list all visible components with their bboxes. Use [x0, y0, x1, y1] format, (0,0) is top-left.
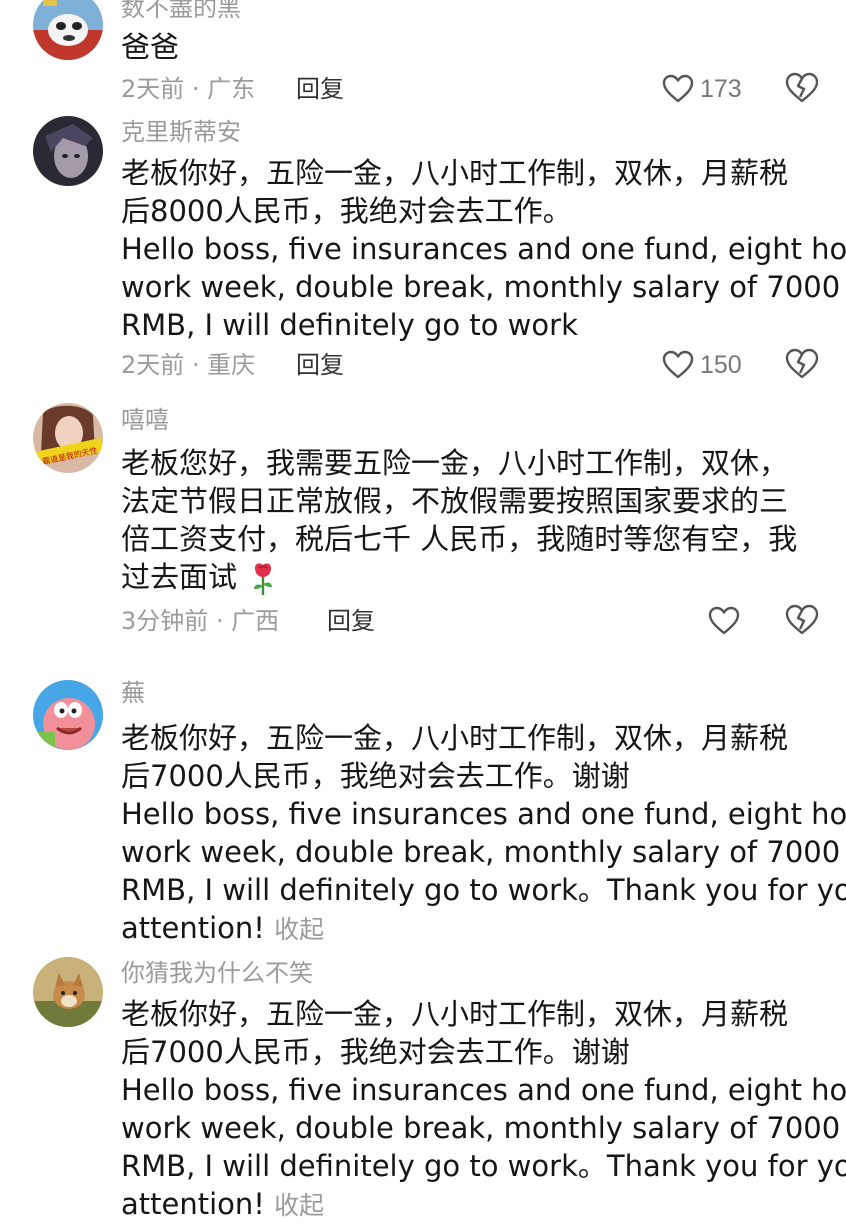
comment-item: 蕪 老板你好，五险一金，八小时工作制，双休，月薪税 后7000人民币，我绝对会去… — [0, 675, 846, 955]
like-count: 173 — [700, 74, 742, 103]
comment-text-line: 后8000人民币，我绝对会去工作。 — [121, 194, 572, 228]
comment-item: 你猜我为什么不笑 老板你好，五险一金，八小时工作制，双休，月薪税 后7000人民… — [0, 955, 846, 1221]
comment-username[interactable]: 数不盡的黑 — [121, 0, 241, 22]
comment-text-line: attention! — [121, 911, 265, 945]
comment-text: 爸爸 — [121, 28, 821, 66]
patrick-star-avatar — [33, 680, 103, 750]
comment-text-line: RMB, I will definitely go to work。Thank … — [121, 873, 846, 907]
avatar[interactable] — [33, 680, 103, 750]
avatar[interactable] — [33, 116, 103, 186]
comment-text: 老板您好，我需要五险一金，八小时工作制，双休， 法定节假日正常放假，不放假需要按… — [121, 444, 821, 596]
comment-username[interactable]: 你猜我为什么不笑 — [121, 959, 313, 987]
comment-item: 数不盡的黑 爸爸 2天前 · 广东 回复 173 — [0, 0, 846, 120]
dislike-button[interactable] — [785, 72, 819, 106]
like-count: 150 — [700, 350, 742, 379]
comment-username[interactable]: 克里斯蒂安 — [121, 118, 241, 146]
like-button[interactable]: 173 — [662, 72, 742, 106]
comment-text-line: 后7000人民币，我绝对会去工作。谢谢 — [121, 1035, 630, 1069]
broken-heart-icon — [785, 348, 819, 379]
reply-button[interactable]: 回复 — [296, 74, 344, 104]
dislike-button[interactable] — [785, 348, 819, 382]
comment-text-line: work week, double break, monthly salary … — [121, 1111, 841, 1145]
comment-text-line: Hello boss, five insurances and one fund… — [121, 797, 846, 831]
comment-item: 克里斯蒂安 老板你好，五险一金，八小时工作制，双休，月薪税 后8000人民币，我… — [0, 112, 846, 392]
comment-username[interactable]: 嘻嘻 — [121, 406, 169, 434]
comment-text-line: 法定节假日正常放假，不放假需要按照国家要求的三 — [121, 484, 789, 518]
comment-text-line: 老板你好，五险一金，八小时工作制，双休，月薪税 — [121, 721, 789, 755]
like-button[interactable] — [708, 604, 740, 638]
comment-text-line: 老板你好，五险一金，八小时工作制，双休，月薪税 — [121, 997, 789, 1031]
avatar[interactable]: 霸道是我的天性 — [33, 403, 103, 473]
dislike-button[interactable] — [785, 604, 819, 638]
comment-meta: 2天前 · 广东 — [121, 75, 256, 103]
comment-text-line: work week, double break, monthly salary … — [121, 835, 841, 869]
comment-text-line: 后7000人民币，我绝对会去工作。谢谢 — [121, 759, 630, 793]
comment-text: 老板你好，五险一金，八小时工作制，双休，月薪税 后7000人民币，我绝对会去工作… — [121, 995, 846, 1225]
comment-text-line: Hello boss, five insurances and one fund… — [121, 232, 846, 266]
heart-outline-icon — [662, 74, 694, 103]
comment-text-line: 倍工资支付，税后七千 人民币，我随时等您有空，我 — [121, 522, 798, 556]
comment-text-line: 过去面试 — [121, 560, 238, 594]
collapse-link[interactable]: 收起 — [274, 915, 324, 944]
broken-heart-icon — [785, 604, 819, 635]
fox-photo-avatar — [33, 957, 103, 1027]
comment-meta: 3分钟前 · 广西 — [121, 607, 280, 635]
heart-outline-icon — [708, 606, 740, 635]
comment-item: 霸道是我的天性 嘻嘻 老板您好，我需要五险一金，八小时工作制，双休， 法定节假日… — [0, 392, 846, 662]
comment-text-line: RMB, I will definitely go to work — [121, 308, 578, 342]
reply-button[interactable]: 回复 — [296, 350, 344, 380]
comment-text-line: work week, double break, monthly salary … — [121, 270, 841, 304]
comment-meta: 2天前 · 重庆 — [121, 351, 256, 379]
comment-text-line: 爸爸 — [121, 30, 180, 64]
avatar[interactable] — [33, 0, 103, 60]
comment-username[interactable]: 蕪 — [121, 679, 145, 707]
reply-button[interactable]: 回复 — [327, 606, 375, 636]
rose-emoji — [254, 563, 273, 595]
comment-text-line: Hello boss, five insurances and one fund… — [121, 1073, 846, 1107]
comment-text: 老板你好，五险一金，八小时工作制，双休，月薪税 后8000人民币，我绝对会去工作… — [121, 154, 846, 344]
woman-photo-avatar: 霸道是我的天性 — [33, 403, 103, 473]
like-button[interactable]: 150 — [662, 348, 742, 382]
broken-heart-icon — [785, 72, 819, 103]
anime-boy-avatar — [33, 116, 103, 186]
comment-text-line: RMB, I will definitely go to work。Thank … — [121, 1149, 846, 1183]
heart-outline-icon — [662, 350, 694, 379]
cartoon-dog-avatar — [33, 0, 103, 60]
comment-text-line: attention! — [121, 1187, 265, 1221]
avatar[interactable] — [33, 957, 103, 1027]
comment-text: 老板你好，五险一金，八小时工作制，双休，月薪税 后7000人民币，我绝对会去工作… — [121, 719, 846, 949]
comment-text-line: 老板您好，我需要五险一金，八小时工作制，双休， — [121, 446, 789, 480]
collapse-link[interactable]: 收起 — [274, 1191, 324, 1220]
comment-text-line: 老板你好，五险一金，八小时工作制，双休，月薪税 — [121, 156, 789, 190]
